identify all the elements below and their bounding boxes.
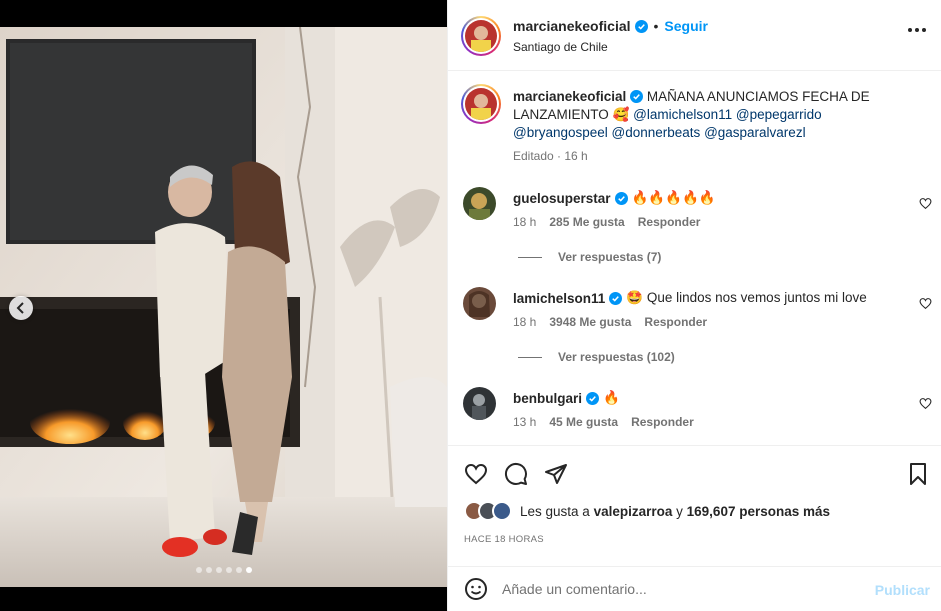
- view-replies-label: Ver respuestas (7): [558, 250, 662, 264]
- likes-count[interactable]: 169,607 personas más: [687, 504, 830, 519]
- caption-emoji: 🥰: [612, 107, 630, 122]
- reply-button[interactable]: Responder: [631, 415, 694, 429]
- carousel-dot: [205, 567, 212, 573]
- carousel-indicator: [0, 567, 447, 573]
- emoji-icon[interactable]: [464, 577, 488, 601]
- carousel-dot-active: [245, 567, 252, 573]
- post-media: [0, 0, 447, 611]
- post-panel: marcianekeoficial • Seguir Santiago de C…: [447, 0, 941, 611]
- comment-meta: 18 h 285 Me gusta Responder: [513, 215, 700, 229]
- comment-line: guelosuperstar 🔥🔥🔥🔥🔥: [513, 190, 716, 206]
- post-location[interactable]: Santiago de Chile: [513, 40, 608, 54]
- heart-icon[interactable]: [919, 397, 932, 410]
- carousel-dot: [235, 567, 242, 573]
- separator-dot: •: [653, 18, 659, 34]
- comment-line: lamichelson11 🤩 Que lindos nos vemos jun…: [513, 290, 867, 306]
- mention-link[interactable]: @donnerbeats: [612, 125, 701, 140]
- author-username[interactable]: marcianekeoficial: [513, 18, 631, 34]
- comment-text: 🔥🔥🔥🔥🔥: [631, 190, 716, 205]
- caption-username[interactable]: marcianekeoficial: [513, 89, 626, 104]
- commenter-avatar[interactable]: [463, 287, 496, 320]
- more-icon[interactable]: [908, 28, 926, 32]
- comment-time[interactable]: 18 h: [513, 215, 536, 229]
- heart-icon[interactable]: [919, 297, 932, 310]
- comment-meta: 18 h 3948 Me gusta Responder: [513, 315, 707, 329]
- verified-icon: [630, 90, 644, 103]
- likes-prefix: Les gusta a: [520, 503, 590, 519]
- heart-icon[interactable]: [464, 462, 488, 486]
- post-photo[interactable]: [0, 27, 447, 587]
- carousel-dot: [195, 567, 202, 573]
- mention-link[interactable]: @gasparalvarezl: [704, 125, 806, 140]
- follow-button[interactable]: Seguir: [664, 18, 708, 34]
- view-replies-label: Ver respuestas (102): [558, 350, 675, 364]
- comment-likes[interactable]: 285 Me gusta: [549, 215, 624, 229]
- liker-avatars[interactable]: [464, 501, 512, 521]
- comment-text: 🤩 Que lindos nos vemos juntos mi love: [626, 290, 867, 305]
- verified-icon: [586, 391, 600, 405]
- share-icon[interactable]: [544, 462, 568, 486]
- comment-likes[interactable]: 45 Me gusta: [549, 415, 618, 429]
- commenter-username[interactable]: lamichelson11: [513, 291, 605, 306]
- carousel-prev-button[interactable]: [9, 296, 33, 320]
- caption-avatar[interactable]: [461, 84, 501, 124]
- commenter-avatar[interactable]: [463, 187, 496, 220]
- publish-button[interactable]: Publicar: [875, 582, 930, 598]
- post-timestamp[interactable]: HACE 18 HORAS: [464, 534, 544, 545]
- verified-icon: [634, 19, 648, 33]
- carousel-dot: [225, 567, 232, 573]
- commenter-username[interactable]: guelosuperstar: [513, 191, 611, 206]
- likes-joiner: y: [676, 503, 683, 519]
- add-comment-bar: Publicar: [448, 566, 941, 611]
- replies-rule: [518, 356, 542, 358]
- comment-text: 🔥: [603, 390, 620, 405]
- heart-icon[interactable]: [919, 197, 932, 210]
- author-avatar[interactable]: [461, 16, 501, 56]
- carousel-dot: [215, 567, 222, 573]
- verified-icon: [609, 291, 623, 305]
- mention-link[interactable]: @bryangospeel: [513, 125, 608, 140]
- comment-line: benbulgari 🔥: [513, 390, 620, 406]
- commenter-avatar[interactable]: [463, 387, 496, 420]
- save-icon[interactable]: [906, 462, 930, 486]
- comment-time[interactable]: 18 h: [513, 315, 536, 329]
- caption-text: marcianekeoficial MAÑANA ANUNCIAMOS FECH…: [513, 88, 913, 142]
- comment-likes[interactable]: 3948 Me gusta: [549, 315, 631, 329]
- post-header: marcianekeoficial • Seguir Santiago de C…: [448, 0, 941, 71]
- commenter-username[interactable]: benbulgari: [513, 391, 582, 406]
- comment-icon[interactable]: [504, 462, 528, 486]
- verified-icon: [614, 191, 628, 205]
- comment-time[interactable]: 13 h: [513, 415, 536, 429]
- reply-button[interactable]: Responder: [644, 315, 707, 329]
- comment-meta: 13 h 45 Me gusta Responder: [513, 415, 694, 429]
- mention-link[interactable]: @pepegarrido: [736, 107, 822, 122]
- chevron-left-icon: [16, 302, 24, 314]
- mention-link[interactable]: @lamichelson11: [633, 107, 732, 122]
- comment-input[interactable]: [502, 577, 862, 601]
- likes-summary: Les gusta a valepizarroa y 169,607 perso…: [464, 501, 830, 521]
- liker-username[interactable]: valepizarroa: [594, 504, 673, 519]
- reply-button[interactable]: Responder: [638, 215, 701, 229]
- author-line: marcianekeoficial • Seguir: [513, 18, 708, 34]
- action-bar: [448, 445, 941, 497]
- caption-meta: Editado · 16 h: [513, 149, 588, 163]
- liker-avatar: [492, 501, 512, 521]
- replies-rule: [518, 256, 542, 258]
- view-replies-button[interactable]: Ver respuestas (102): [518, 350, 675, 364]
- view-replies-button[interactable]: Ver respuestas (7): [518, 250, 661, 264]
